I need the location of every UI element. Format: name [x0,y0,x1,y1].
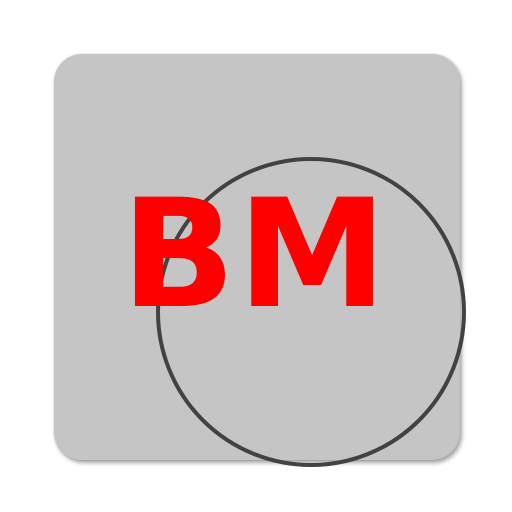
app-icon-monogram: BM [121,168,389,342]
app-icon-canvas: BM [0,0,512,512]
